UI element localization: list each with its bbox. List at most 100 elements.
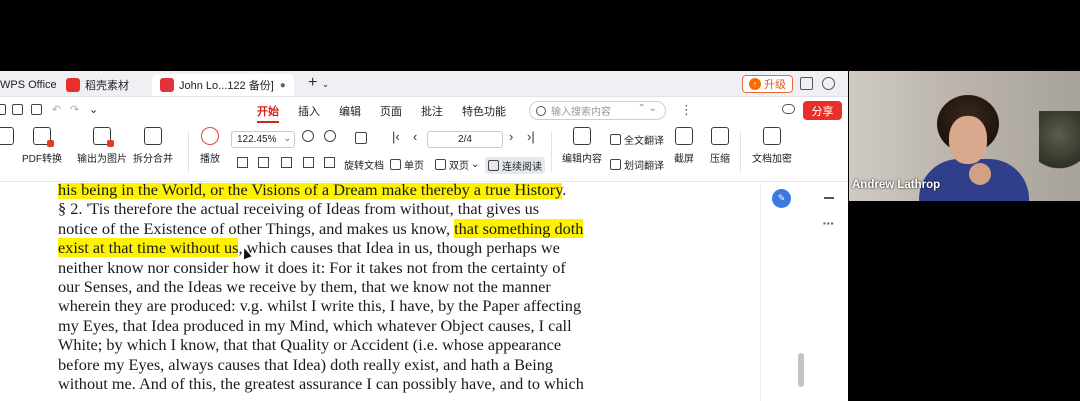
- rotate-label: 旋转文档: [344, 161, 384, 172]
- edit-content-button[interactable]: 编辑内容: [562, 127, 602, 165]
- document-text-line: his being in the World, or the Visions o…: [58, 183, 566, 199]
- tab-label: John Lo...122 备份]: [179, 80, 274, 92]
- tab-john-locke-pdf[interactable]: John Lo...122 备份] ●: [152, 74, 294, 96]
- select-icon[interactable]: [324, 157, 335, 168]
- screenshot-button[interactable]: 截屏: [674, 127, 694, 165]
- actual-size-icon[interactable]: [281, 157, 292, 168]
- undo-icon[interactable]: ↶: [52, 103, 61, 116]
- rotate-document-button[interactable]: 旋转文档: [344, 157, 384, 172]
- zoom-in-icon[interactable]: [324, 130, 336, 142]
- rotate-icon[interactable]: [355, 132, 367, 144]
- menu-annotate[interactable]: 批注: [421, 103, 443, 119]
- highlighted-text: his being in the World, or the Visions o…: [58, 183, 563, 199]
- unsaved-dot-icon: ●: [279, 79, 286, 91]
- share-button[interactable]: 分享: [803, 101, 842, 120]
- next-page-icon[interactable]: ›: [509, 129, 513, 144]
- upgrade-label: 升级: [764, 79, 786, 91]
- cloud-sync-icon[interactable]: [782, 104, 795, 114]
- vertical-scrollbar[interactable]: [798, 353, 804, 387]
- participant-name: Andrew Lathrop: [852, 179, 941, 191]
- encrypt-label: 文档加密: [752, 154, 792, 165]
- split-merge-button[interactable]: 拆分合并: [133, 127, 173, 165]
- play-label: 播放: [200, 154, 220, 165]
- split-merge-icon: [144, 127, 162, 145]
- more-options-icon[interactable]: ⋮: [680, 102, 693, 118]
- export-image-button[interactable]: 输出为图片: [77, 127, 127, 165]
- menu-page[interactable]: 页面: [380, 103, 402, 119]
- zoom-select[interactable]: 122.45% ⌄: [231, 131, 295, 148]
- copy-icon[interactable]: [303, 157, 314, 168]
- prev-page-icon[interactable]: ‹: [413, 129, 417, 144]
- text-segment: our Senses, and the Ideas we receive by …: [58, 277, 551, 296]
- ai-assistant-icon[interactable]: ✎: [772, 189, 791, 208]
- print-icon[interactable]: [31, 104, 42, 115]
- menu-insert[interactable]: 插入: [298, 103, 320, 119]
- text-segment: before my Eyes, always causes that Idea)…: [58, 354, 554, 374]
- open-tool[interactable]: [0, 127, 14, 150]
- encrypt-button[interactable]: 文档加密: [752, 127, 792, 165]
- docer-logo-icon: [66, 78, 80, 92]
- export-image-icon: [93, 127, 114, 147]
- wps-pdf-window: WPS Office 稻壳素材 John Lo...122 备份] ● + ⌄ …: [0, 71, 848, 401]
- right-side-panel: ✎ ▪▪▪: [760, 183, 848, 401]
- last-page-icon[interactable]: ›|: [527, 129, 535, 144]
- video-empty-area: [849, 201, 1080, 401]
- document-text-line: my Eyes, that Idea produced in my Mind, …: [58, 316, 572, 335]
- print-preview-icon[interactable]: [12, 104, 23, 115]
- word-translate-button[interactable]: 划词翻译: [610, 157, 664, 172]
- document-text-line: before my Eyes, always causes that Idea)…: [58, 355, 553, 374]
- single-page-icon: [390, 159, 401, 170]
- menu-features[interactable]: 特色功能: [462, 103, 506, 119]
- video-person-hand: [969, 163, 991, 185]
- tab-wps-office[interactable]: WPS Office: [0, 74, 57, 96]
- play-button[interactable]: 播放: [200, 127, 220, 165]
- webcam-tile: Andrew Lathrop: [849, 71, 1080, 201]
- grid-icon[interactable]: ▪▪▪: [823, 219, 835, 228]
- word-translate-icon: [610, 159, 621, 170]
- document-text-line: without me. And of this, the greatest as…: [58, 374, 584, 393]
- share-label: 分享: [811, 105, 834, 118]
- upgrade-button[interactable]: ↑ 升级: [742, 75, 793, 93]
- text-segment: .: [562, 183, 567, 199]
- edit-content-label: 编辑内容: [562, 154, 602, 165]
- scissors-icon: [675, 127, 693, 145]
- fit-page-icon[interactable]: [237, 157, 248, 168]
- menu-edit[interactable]: 编辑: [339, 103, 361, 119]
- layout-icon[interactable]: [800, 77, 813, 90]
- text-segment: , which causes that Idea in us, though p…: [238, 238, 560, 258]
- window-control-icon[interactable]: [822, 77, 835, 90]
- continuous-reading-button[interactable]: 连续阅读: [485, 157, 545, 174]
- divider: [551, 132, 552, 172]
- compress-button[interactable]: 压缩: [710, 127, 730, 165]
- page-number-input[interactable]: 2/4: [427, 131, 503, 148]
- double-page-button[interactable]: 双页 ⌄: [435, 157, 479, 172]
- zoom-out-icon[interactable]: [302, 130, 314, 142]
- text-segment: my Eyes, that Idea produced in my Mind, …: [58, 315, 572, 335]
- fit-width-icon[interactable]: [258, 157, 269, 168]
- menu-home[interactable]: 开始: [257, 103, 279, 123]
- full-translate-label: 全文翻译: [624, 136, 664, 147]
- pdf-convert-label: PDF转换: [22, 154, 62, 165]
- document-text-line: our Senses, and the Ideas we receive by …: [58, 277, 551, 296]
- lock-document-icon: [763, 127, 781, 145]
- chevron-down-icon[interactable]: ⌄: [89, 103, 98, 116]
- search-input[interactable]: 输入搜索内容 ⌃ ⌄: [529, 101, 666, 120]
- document-text-line: neither know nor consider how it does it…: [58, 258, 566, 277]
- pdf-convert-button[interactable]: PDF转换: [22, 127, 62, 165]
- tab-label: WPS Office: [0, 79, 57, 91]
- menu-icon[interactable]: [0, 104, 6, 115]
- tab-label: 稻壳素材: [85, 80, 129, 92]
- minimize-icon[interactable]: [824, 197, 834, 199]
- compress-icon: [711, 127, 729, 145]
- redo-icon[interactable]: ↷: [70, 103, 79, 116]
- video-plant: [1039, 111, 1080, 171]
- tab-docer-material[interactable]: 稻壳素材: [66, 74, 129, 96]
- continuous-label: 连续阅读: [502, 162, 542, 173]
- document-viewer[interactable]: his being in the World, or the Visions o…: [0, 183, 760, 401]
- chevron-down-icon: ⌄: [283, 133, 291, 143]
- full-translate-button[interactable]: 全文翻译: [610, 132, 664, 147]
- single-page-button[interactable]: 单页: [390, 157, 424, 172]
- new-tab-button[interactable]: + ⌄: [308, 74, 329, 92]
- first-page-icon[interactable]: |‹: [392, 129, 400, 144]
- document-text-line: notice of the Existence of other Things,…: [58, 218, 584, 238]
